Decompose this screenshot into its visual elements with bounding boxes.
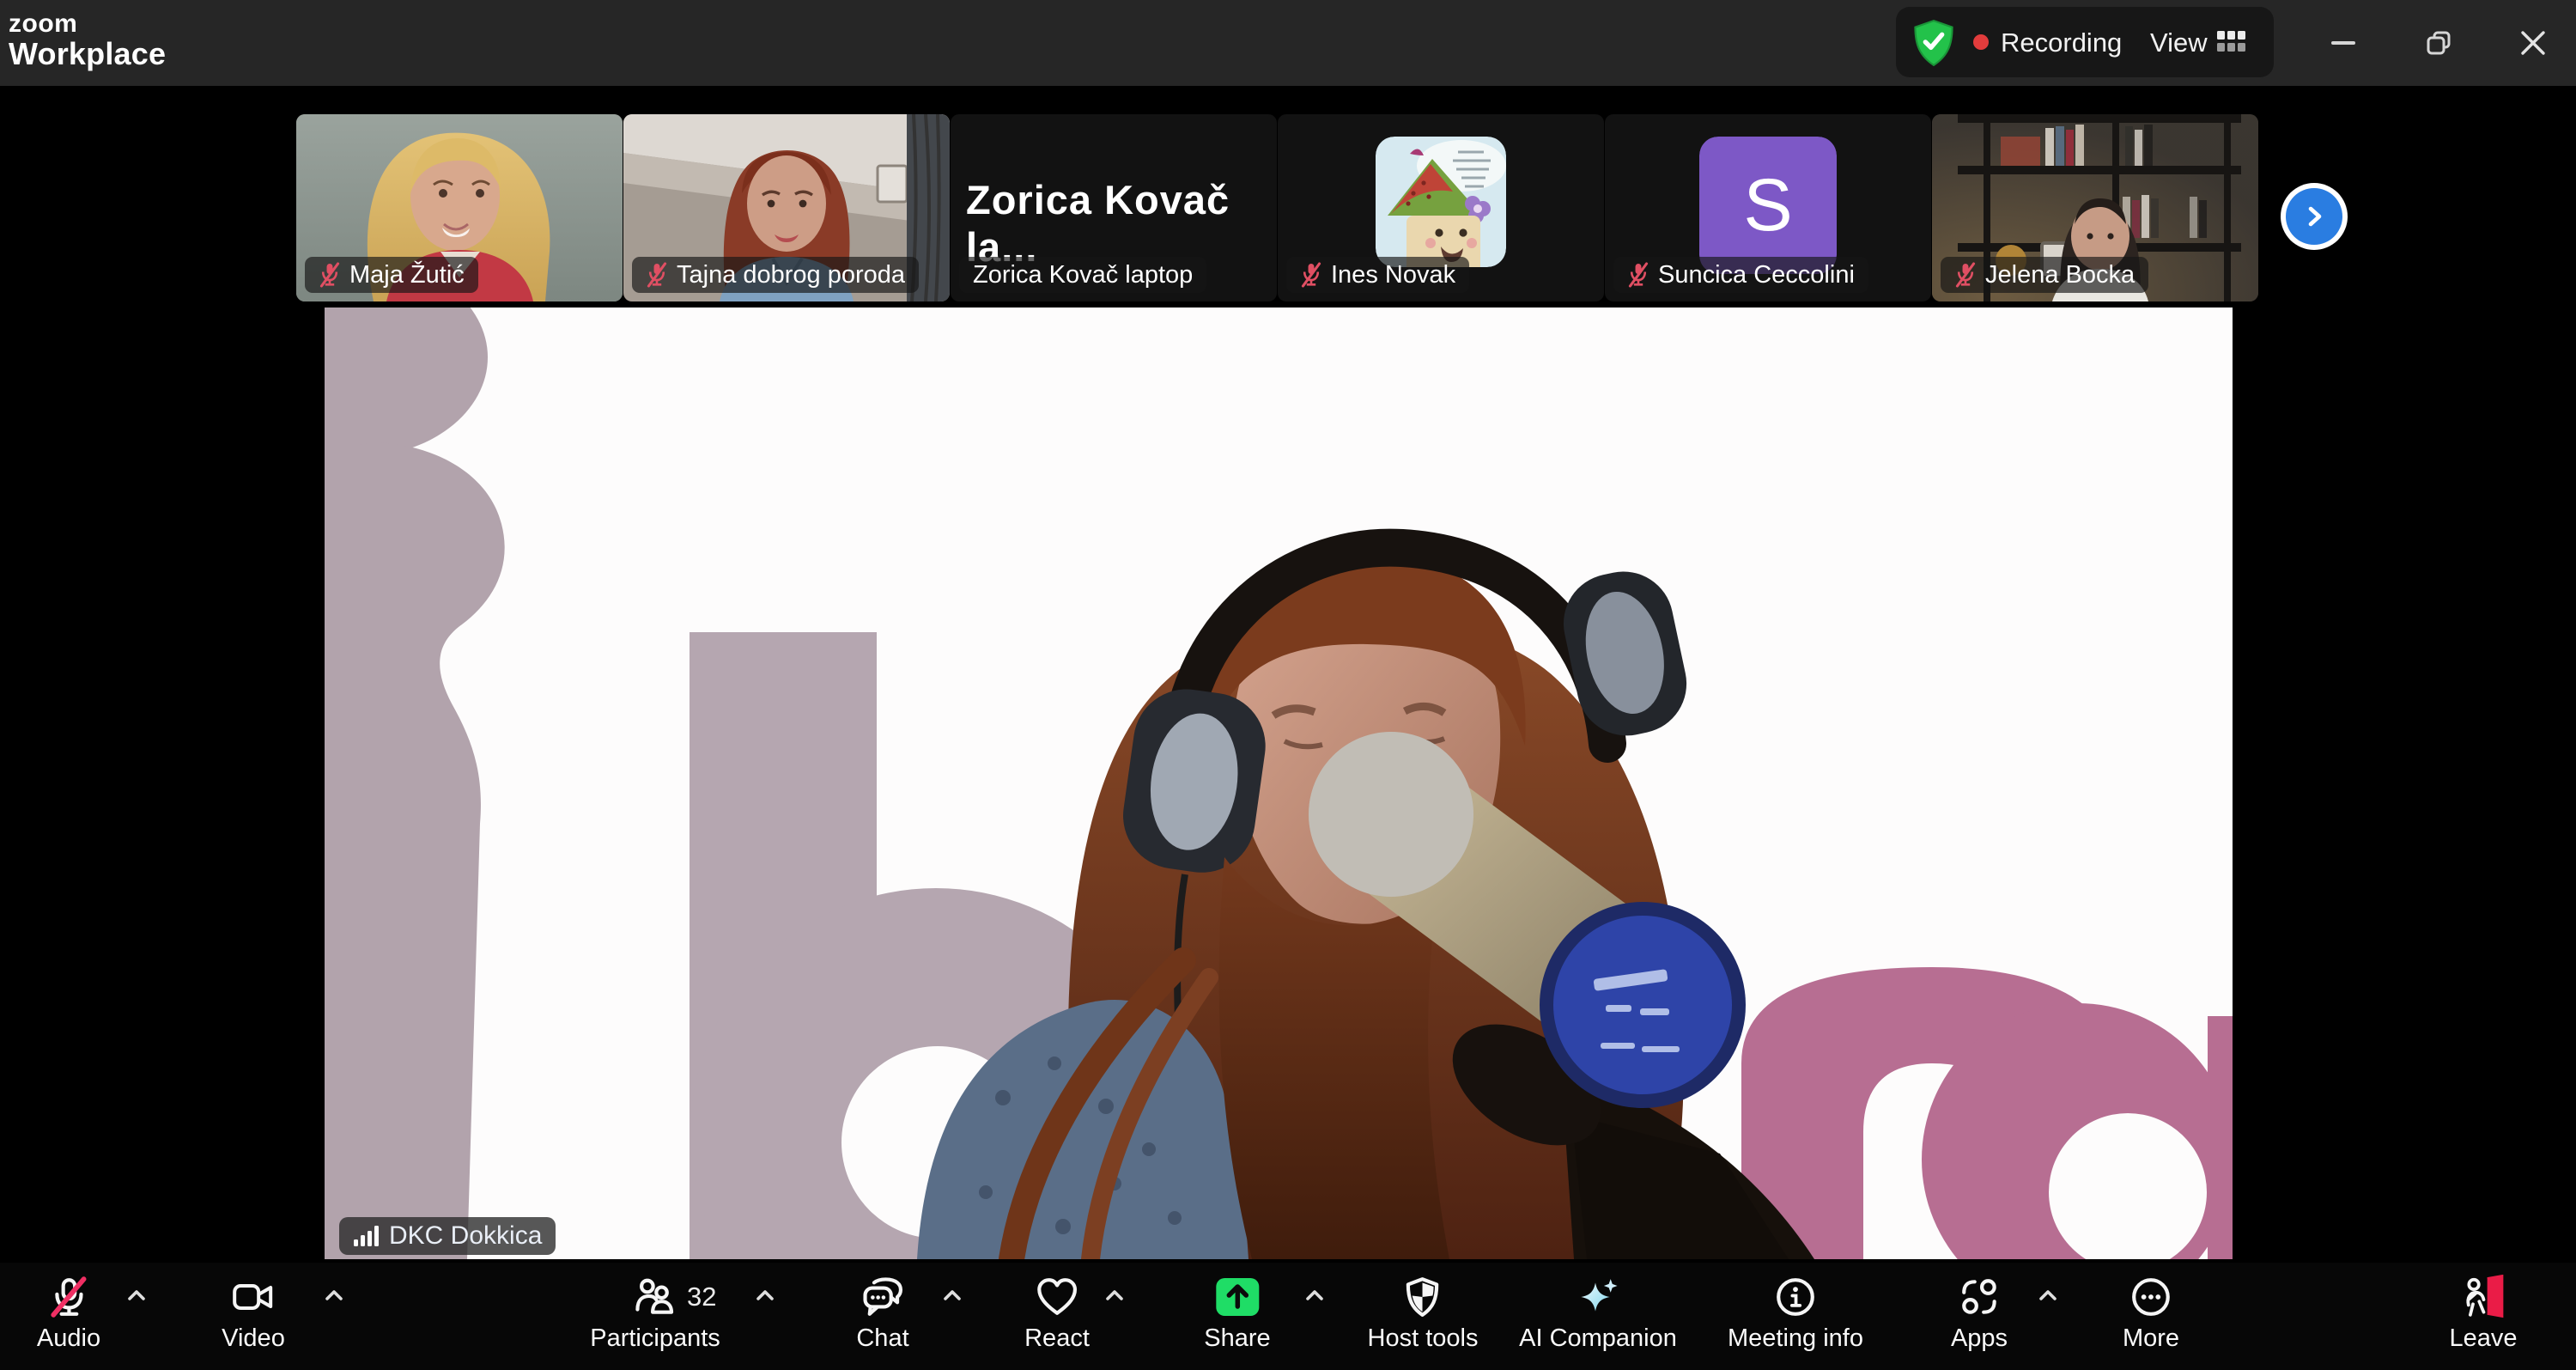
participant-tile-tajna[interactable]: Tajna dobrog poroda [623,114,950,301]
zoom-workplace-logo: zoom Workplace [9,10,166,70]
participant-name: Zorica Kovač laptop [973,261,1193,289]
close-icon [2519,29,2547,57]
grid-view-icon[interactable] [2215,27,2248,57]
shield-check-icon[interactable] [1911,19,1956,67]
name-label: Suncica Ceccolini [1613,257,1868,293]
logo-line-zoom: zoom [9,10,166,38]
participants-icon [634,1276,677,1318]
recording-indicator[interactable]: Recording [2001,27,2122,58]
name-label: Tajna dobrog poroda [632,257,919,293]
name-label: Zorica Kovač laptop [959,257,1206,293]
name-label: Jelena Bocka [1941,257,2148,293]
participant-name: Jelena Bocka [1985,261,2135,289]
meeting-status-pill: Recording View [1896,7,2274,77]
react-options-caret[interactable] [1103,1288,1126,1302]
host-tools-button[interactable]: Host tools [1368,1273,1479,1353]
mic-muted-icon [1627,262,1649,288]
minimize-icon [2331,40,2357,46]
participants-count: 32 [687,1282,716,1312]
video-label: Video [222,1324,285,1353]
audio-label: Audio [37,1324,100,1353]
meeting-toolbar [0,1263,2576,1370]
participants-options-caret[interactable] [754,1288,776,1302]
participant-name: Maja Žutić [349,261,465,289]
filmstrip-next-button[interactable] [2281,183,2348,250]
heart-icon [1036,1276,1078,1318]
participant-tile-maja[interactable]: Maja Žutić [296,114,623,301]
sparkle-icon [1577,1276,1619,1318]
zoom-meeting-window: zoom Workplace Recording View [0,0,2576,1370]
ai-companion-label: AI Companion [1519,1324,1677,1353]
restore-button[interactable] [2400,0,2477,86]
more-button[interactable]: More [2123,1273,2179,1353]
meeting-info-button[interactable]: Meeting info [1728,1273,1863,1353]
share-label: Share [1204,1324,1270,1353]
meeting-info-label: Meeting info [1728,1324,1863,1353]
mic-muted-icon [646,262,668,288]
share-button[interactable]: Share [1204,1273,1270,1353]
apps-button[interactable]: Apps [1951,1273,2008,1353]
participant-tile-suncica[interactable]: S Suncica Ceccolini [1605,114,1931,301]
share-icon [1214,1276,1261,1318]
chat-label: Chat [856,1324,908,1353]
title-bar: zoom Workplace Recording View [0,0,2576,86]
mic-muted-icon [319,262,341,288]
participant-name: Tajna dobrog poroda [677,261,905,289]
name-label: Ines Novak [1286,257,1469,293]
active-speaker-label: DKC Dokkica [339,1217,556,1255]
view-button[interactable]: View [2150,27,2208,58]
chat-options-caret[interactable] [941,1288,963,1302]
participants-label: Participants [590,1324,720,1353]
active-speaker-video: DKC Dokkica [325,307,2233,1259]
close-button[interactable] [2494,0,2572,86]
host-tools-label: Host tools [1368,1324,1479,1353]
share-options-caret[interactable] [1303,1288,1326,1302]
leave-button[interactable]: Leave [2449,1273,2517,1353]
stage-video-frame [325,307,2233,1259]
avatar: S [1699,137,1837,274]
shield-half-icon [1401,1276,1444,1318]
react-button[interactable]: React [1024,1273,1090,1353]
name-label: Maja Žutić [305,257,478,293]
ellipsis-icon [2129,1276,2172,1318]
leave-door-icon [2461,1275,2506,1319]
ai-companion-button[interactable]: AI Companion [1519,1273,1677,1353]
restore-icon [2423,27,2454,58]
audio-options-caret[interactable] [125,1288,148,1302]
performer [917,548,1814,1259]
participant-name: Ines Novak [1331,261,1455,289]
camera-icon [231,1276,276,1318]
participant-tile-jelena[interactable]: Jelena Bocka [1932,114,2258,301]
minimize-button[interactable] [2306,0,2383,86]
apps-icon [1958,1276,2001,1318]
record-dot [1973,34,1989,50]
react-label: React [1024,1324,1090,1353]
storybook-avatar-image [1376,137,1506,267]
signal-bars-icon [353,1224,379,1248]
more-label: More [2123,1324,2179,1353]
info-icon [1774,1276,1817,1318]
mic-muted-icon [1954,262,1977,288]
participant-tile-zorica[interactable]: Zorica Kovač la... Zorica Kovač laptop [951,114,1277,301]
chat-button[interactable]: Chat [856,1273,908,1353]
apps-options-caret[interactable] [2037,1288,2059,1302]
mic-muted-icon [47,1276,90,1318]
logo-line-workplace: Workplace [9,38,166,70]
chat-icon [861,1276,904,1318]
chevron-right-icon [2301,204,2327,229]
video-options-caret[interactable] [323,1288,345,1302]
participant-name: Suncica Ceccolini [1658,261,1855,289]
avatar-letter: S [1699,137,1837,274]
audio-button[interactable]: Audio [37,1273,100,1353]
participant-tile-ines[interactable]: Ines Novak [1278,114,1604,301]
active-speaker-name: DKC Dokkica [389,1221,542,1251]
leave-label: Leave [2449,1324,2517,1353]
apps-label: Apps [1951,1324,2008,1353]
mic-muted-icon [1300,262,1322,288]
avatar [1376,137,1506,267]
video-button[interactable]: Video [222,1273,285,1353]
